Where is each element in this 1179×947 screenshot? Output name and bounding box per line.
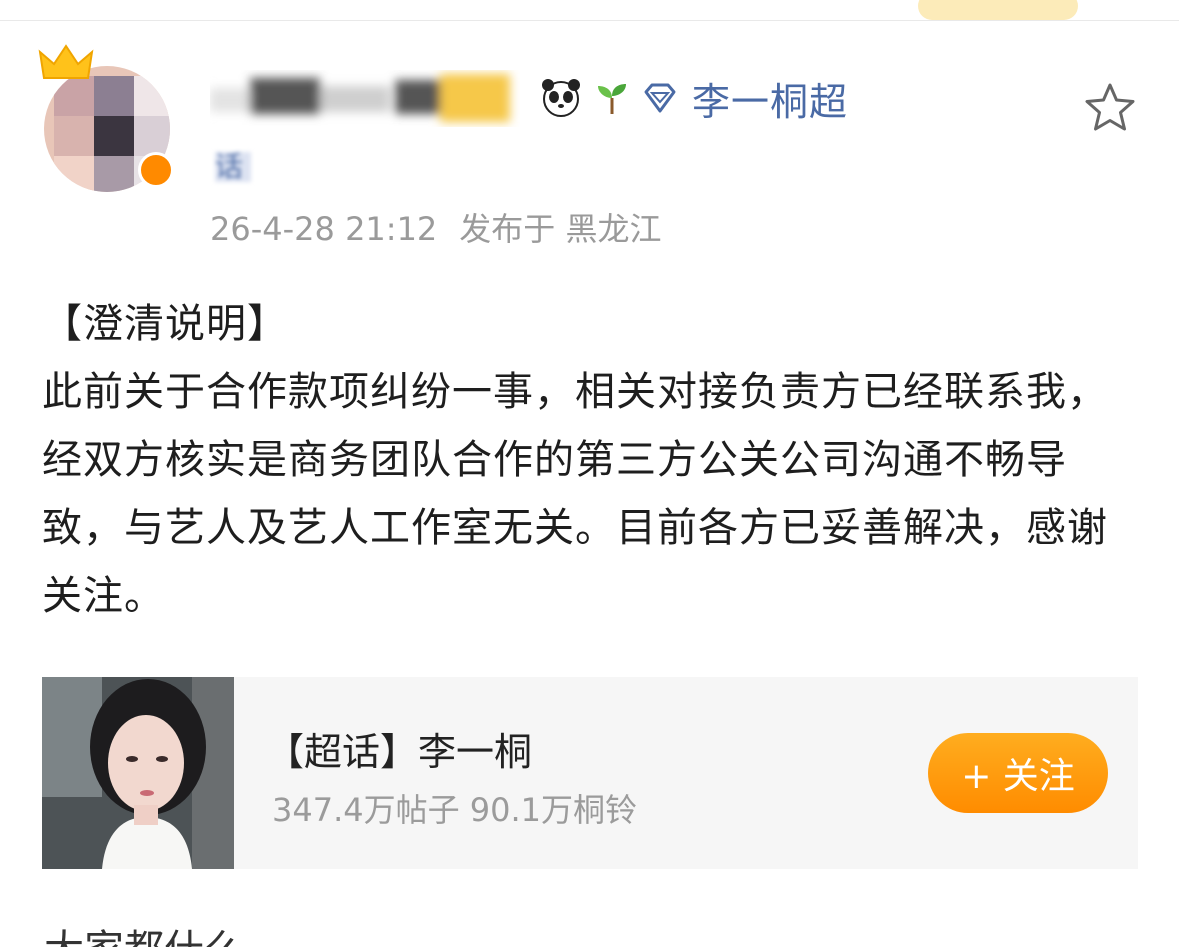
username-fragment: 话	[215, 152, 251, 182]
sprout-icon	[598, 84, 626, 114]
post-location: 发布于 黑龙江	[459, 210, 662, 248]
panda-icon	[542, 79, 580, 117]
follow-button[interactable]: + 关注	[928, 733, 1108, 813]
topic-title[interactable]: 【超话】李一桐	[266, 721, 532, 776]
post-body: 【澄清说明】 此前关于合作款项纠纷一事，相关对接负责方已经联系我，经双方核实是商…	[42, 290, 1142, 630]
next-post-text: 大家都什么	[44, 910, 244, 947]
topic-stats: 347.4万帖子 90.1万桐铃	[272, 791, 638, 829]
post-heading: 【澄清说明】	[42, 301, 288, 347]
verified-badge-icon	[138, 152, 174, 188]
super-topic-card[interactable]: 【超话】李一桐 347.4万帖子 90.1万桐铃 + 关注	[42, 677, 1138, 869]
username-blurred[interactable]	[210, 70, 520, 130]
post-timestamp: 26-4-28 21:12	[210, 210, 438, 248]
super-topic-link[interactable]: 李一桐超	[692, 71, 848, 126]
post-meta: 26-4-28 21:12 发布于 黑龙江	[210, 204, 661, 250]
topic-thumbnail	[42, 677, 234, 869]
star-icon	[1085, 83, 1135, 131]
crown-icon	[38, 44, 94, 79]
favorite-button[interactable]	[1082, 80, 1138, 136]
avatar[interactable]	[38, 42, 188, 192]
top-decoration	[918, 0, 1078, 20]
diamond-icon	[644, 83, 676, 113]
post-text: 此前关于合作款项纠纷一事，相关对接负责方已经联系我，经双方核实是商务团队合作的第…	[42, 369, 1108, 619]
